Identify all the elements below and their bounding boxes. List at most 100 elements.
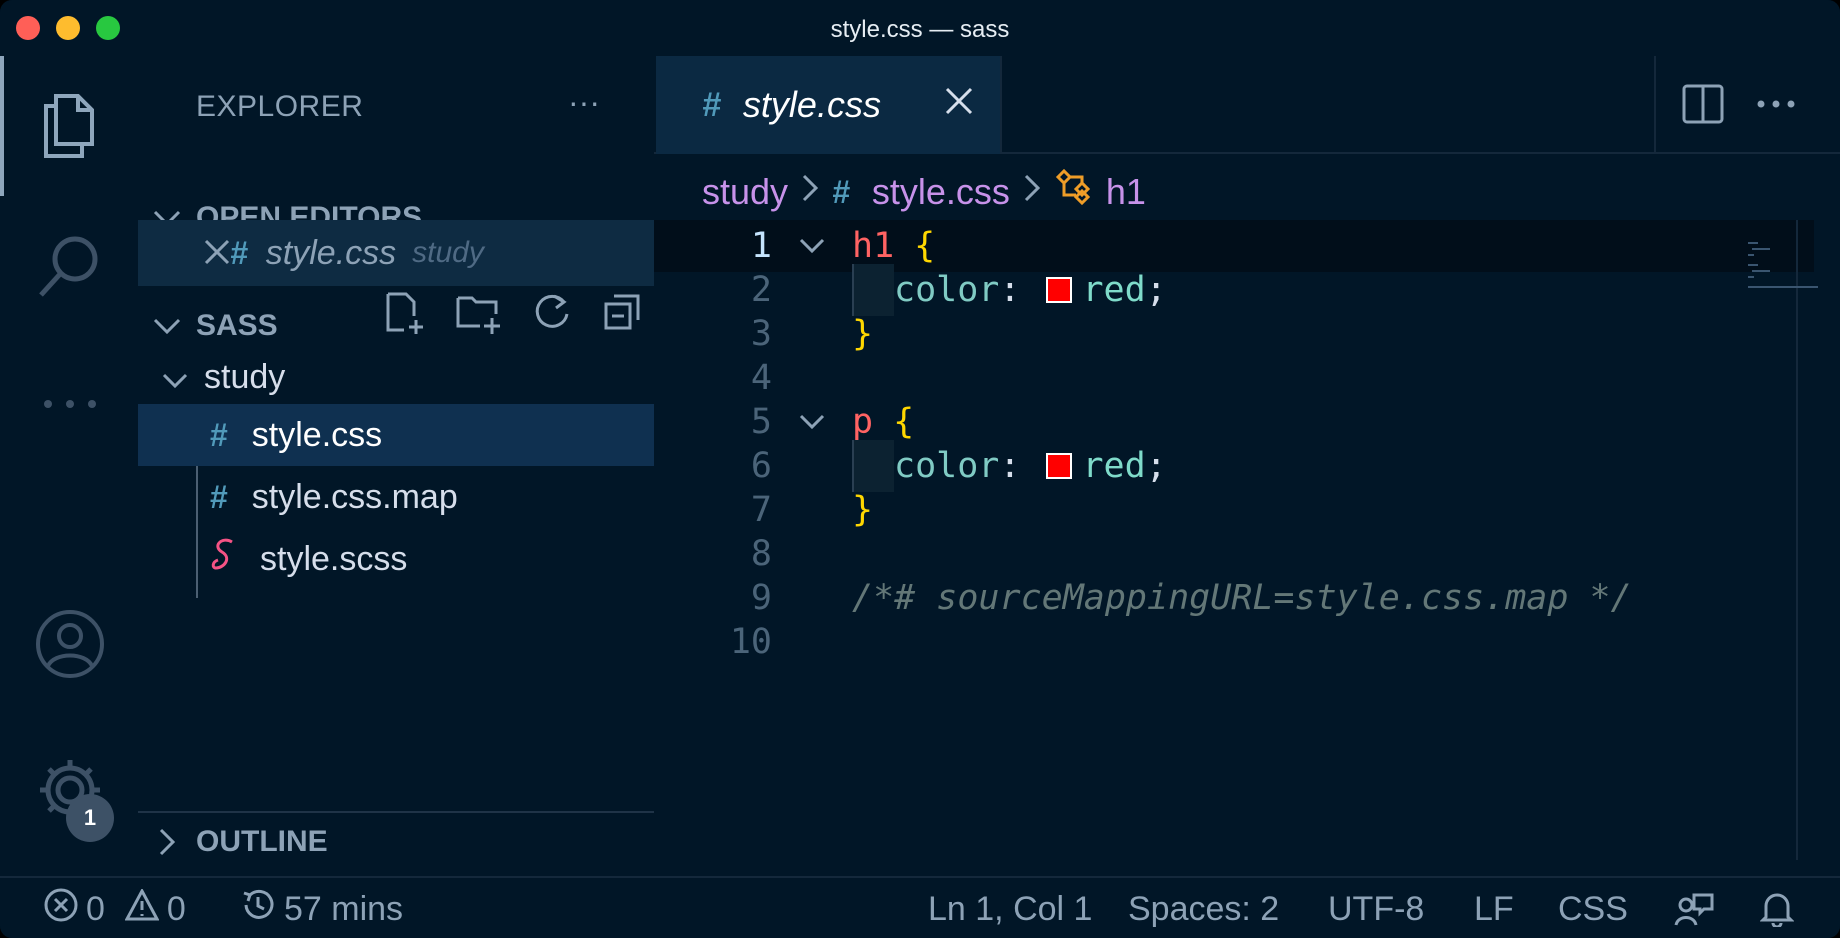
tab-bar: # style.css	[654, 56, 1840, 154]
css-hash-icon: #	[210, 416, 228, 453]
status-bar: 0 0 57 mins Ln 1, Col 1 Spaces: 2 UTF-8 …	[0, 876, 1840, 938]
warning-count: 0	[166, 889, 186, 928]
comment: /*# sourceMappingURL=style.css.map */	[852, 578, 1632, 618]
collapse-all-icon[interactable]	[602, 292, 642, 339]
line-number: 10	[729, 622, 772, 662]
breadcrumb: study # style.css h1	[702, 164, 1146, 220]
file-label: style.scss	[260, 539, 408, 578]
chevron-right-icon	[1024, 174, 1040, 210]
folder-study[interactable]: study	[138, 346, 654, 408]
error-icon	[44, 888, 78, 931]
close-icon[interactable]	[204, 232, 230, 274]
css-hash-icon: #	[702, 85, 721, 124]
chevron-right-icon	[138, 828, 196, 856]
settings-update-badge: 1	[66, 794, 114, 842]
code-line: 10	[654, 616, 1814, 668]
line-number: 2	[750, 270, 772, 310]
outline-separator	[138, 811, 654, 813]
end-of-line[interactable]: LF	[1474, 878, 1514, 938]
brace: }	[852, 490, 874, 530]
file-label: style.css	[251, 415, 383, 454]
search-icon[interactable]	[30, 226, 110, 306]
minimap-line	[1752, 248, 1770, 250]
cursor-position[interactable]: Ln 1, Col 1	[928, 878, 1092, 938]
minimap-line	[1748, 286, 1818, 288]
new-folder-icon[interactable]	[456, 292, 502, 339]
line-number: 6	[750, 446, 772, 486]
explorer-more-actions-icon[interactable]: ···	[568, 84, 600, 121]
time-tracker[interactable]: 57 mins	[240, 878, 403, 938]
minimap[interactable]	[1698, 220, 1818, 860]
vscode-window: style.css — sass 1 EXPLORER ··· OPEN EDI…	[0, 0, 1840, 938]
selector: h1	[852, 226, 895, 266]
breadcrumb-symbol[interactable]: h1	[1106, 171, 1146, 213]
css-hash-icon: #	[210, 478, 228, 515]
code-editor[interactable]: 1 h1 { 2 color : red ; 3} 4 5 p {6 col…	[654, 220, 1814, 860]
minimap-line	[1748, 276, 1754, 278]
line-number: 7	[750, 490, 772, 530]
fold-chevron-icon[interactable]	[772, 238, 852, 254]
semicolon: ;	[1145, 270, 1167, 310]
line-number: 5	[750, 402, 772, 442]
tab-label: style.css	[742, 84, 881, 125]
files-icon[interactable]	[30, 82, 110, 162]
time-label: 57 mins	[284, 889, 404, 928]
editor-actions	[1654, 56, 1840, 154]
history-icon	[240, 887, 276, 932]
close-icon[interactable]	[944, 86, 974, 121]
brace: {	[893, 402, 915, 442]
file-item-style-css-map[interactable]: # style.css.map	[138, 466, 654, 528]
minimap-line	[1748, 242, 1758, 244]
css-hash-icon: #	[832, 173, 850, 210]
line-number: 3	[750, 314, 772, 354]
notifications-bell-icon[interactable]	[1760, 878, 1794, 938]
line-number: 4	[750, 358, 772, 398]
file-item-style-scss[interactable]: style.scss	[138, 528, 654, 590]
account-icon[interactable]	[30, 604, 110, 684]
tab-style-css[interactable]: # style.css	[656, 56, 1002, 154]
sass-icon	[210, 538, 240, 581]
semicolon: ;	[1145, 446, 1167, 486]
feedback-icon[interactable]	[1674, 878, 1714, 938]
fold-chevron-icon[interactable]	[772, 414, 852, 430]
title-bar: style.css — sass	[0, 0, 1840, 56]
colon: :	[999, 446, 1021, 486]
split-editor-icon[interactable]	[1682, 84, 1724, 129]
open-editor-item[interactable]: style.css # style.css study	[138, 220, 654, 286]
workspace-label: SASS	[196, 309, 278, 342]
minimap-line	[1748, 254, 1754, 256]
brace: }	[852, 314, 874, 354]
warning-icon	[124, 887, 160, 930]
indentation[interactable]: Spaces: 2	[1128, 878, 1279, 938]
problems-indicator[interactable]: 0 0	[44, 878, 186, 938]
brace: {	[914, 226, 936, 266]
editor-area: # style.css study # style.css h1 1 h1 {…	[654, 56, 1840, 876]
line-number: 1	[750, 226, 772, 266]
encoding[interactable]: UTF-8	[1328, 878, 1424, 938]
color-swatch[interactable]	[1046, 277, 1073, 303]
value: red	[1082, 446, 1146, 486]
refresh-icon[interactable]	[532, 292, 572, 339]
outline-section[interactable]: OUTLINE	[138, 814, 654, 870]
chevron-down-icon	[162, 356, 188, 398]
active-view-indicator	[0, 56, 4, 196]
chevron-right-icon	[802, 174, 819, 210]
file-item-style-css[interactable]: # style.css	[138, 404, 654, 466]
selector: p	[852, 402, 874, 442]
explorer-sidebar: EXPLORER ··· OPEN EDITORS style.css # st…	[138, 56, 654, 876]
open-editor-filename: style.css	[265, 233, 397, 272]
breadcrumb-file[interactable]: style.css	[872, 171, 1010, 213]
explorer-actions	[384, 292, 642, 339]
error-count: 0	[86, 889, 105, 928]
value: red	[1082, 270, 1146, 310]
more-actions-icon[interactable]	[1756, 96, 1796, 114]
property: color	[894, 270, 1000, 310]
more-icon[interactable]	[30, 364, 110, 444]
color-swatch[interactable]	[1046, 453, 1073, 479]
minimap-line	[1752, 270, 1770, 272]
new-file-icon[interactable]	[384, 292, 426, 339]
breadcrumb-folder[interactable]: study	[702, 171, 788, 213]
explorer-title: EXPLORER	[196, 90, 364, 123]
folder-label: study	[204, 357, 286, 396]
language-mode[interactable]: CSS	[1558, 878, 1628, 938]
